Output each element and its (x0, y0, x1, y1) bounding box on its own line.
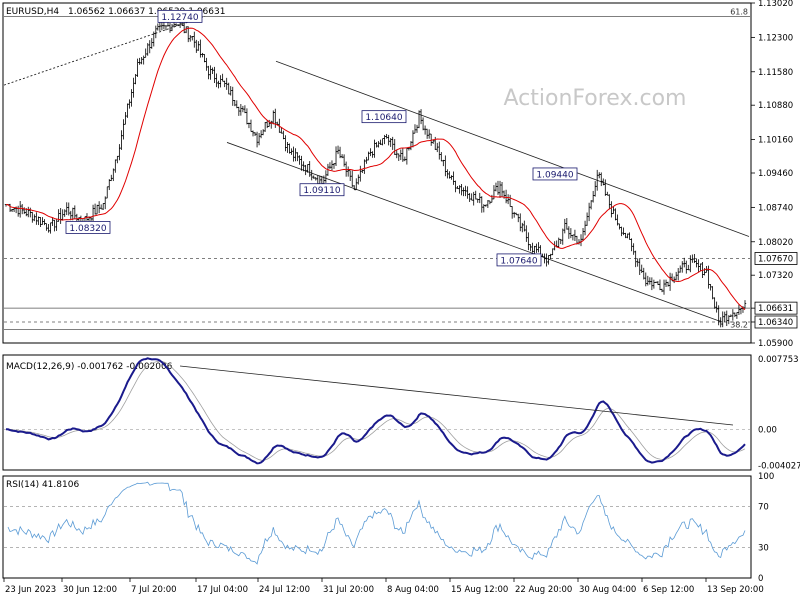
macd-tick-label: 0.00 (758, 425, 777, 435)
symbol-text: EURUSD,H4 (6, 7, 59, 17)
watermark: ActionForex.com (504, 86, 687, 111)
level-label-text: 1.08320 (69, 224, 106, 234)
level-label-text: 1.12740 (161, 13, 198, 23)
x-tick-label: 30 Jun 12:00 (63, 585, 117, 595)
x-tick-label: 6 Sep 12:00 (643, 585, 694, 595)
chart-canvas[interactable]: ActionForex.com EURUSD,H4 1.06562 1.0663… (0, 0, 800, 600)
price-tick-label: 1.08020 (758, 238, 793, 248)
price-tick-label: 1.09460 (758, 169, 793, 179)
level-label-text: 1.09440 (536, 170, 573, 180)
chart-window[interactable]: ActionForex.com EURUSD,H4 1.06562 1.0663… (0, 0, 800, 600)
level-label-1.07640: 1.07640 (496, 253, 542, 266)
x-tick-label: 17 Jul 04:00 (197, 585, 248, 595)
x-tick-label: 31 Jul 20:00 (323, 585, 374, 595)
level-label-1.09440: 1.09440 (532, 167, 578, 180)
level-label-1.10640: 1.10640 (361, 110, 407, 123)
price-tick-label: 1.10160 (758, 136, 793, 146)
price-tick-label: 1.10880 (758, 101, 793, 111)
rsi-tick-label: 70 (758, 503, 769, 513)
price-tick-label: 1.12300 (758, 33, 793, 43)
x-tick-label: 7 Jul 20:00 (131, 585, 177, 595)
macd-tick-label: -0.004027 (758, 462, 800, 472)
level-text-4: 38.2 (730, 321, 748, 330)
price-tick-label: 1.07670 (758, 254, 793, 264)
x-tick-label: 22 Aug 20:00 (515, 585, 572, 595)
rsi-tick-label: 100 (758, 472, 774, 482)
rsi-tick-label: 0 (758, 574, 763, 584)
macd-title: MACD(12,26,9) -0.001762 -0.002006 (6, 362, 173, 372)
level-label-1.08320: 1.08320 (65, 221, 111, 234)
price-tick-label: 1.07320 (758, 271, 793, 281)
x-tick-label: 30 Aug 04:00 (579, 585, 636, 595)
price-tick-label: 1.06631 (758, 304, 793, 314)
price-tick-label: 1.08740 (758, 203, 793, 213)
level-label-1.12740: 1.12740 (157, 9, 203, 23)
rsi-title: RSI(14) 41.8106 (6, 480, 79, 490)
x-tick-label: 13 Sep 20:00 (707, 585, 764, 595)
price-tick-label: 1.11580 (758, 68, 793, 78)
level-label-text: 1.09110 (303, 186, 340, 196)
macd-tick-label: 0.007753 (758, 355, 799, 365)
x-tick-label: 15 Aug 12:00 (451, 585, 508, 595)
price-tick-label: 1.13020 (758, 0, 793, 9)
level-label-text: 1.07640 (500, 256, 537, 266)
level-label-text: 1.10640 (365, 113, 402, 123)
x-tick-label: 23 Jun 2023 (5, 585, 56, 595)
x-tick-label: 24 Jul 12:00 (259, 585, 310, 595)
price-tick-label: 1.05900 (758, 339, 793, 349)
price-tick-label: 1.06340 (758, 318, 793, 328)
level-text-0: 61.8 (730, 7, 748, 16)
x-tick-label: 8 Aug 04:00 (387, 585, 439, 595)
level-label-1.09110: 1.09110 (299, 183, 345, 196)
rsi-tick-label: 30 (758, 543, 769, 553)
